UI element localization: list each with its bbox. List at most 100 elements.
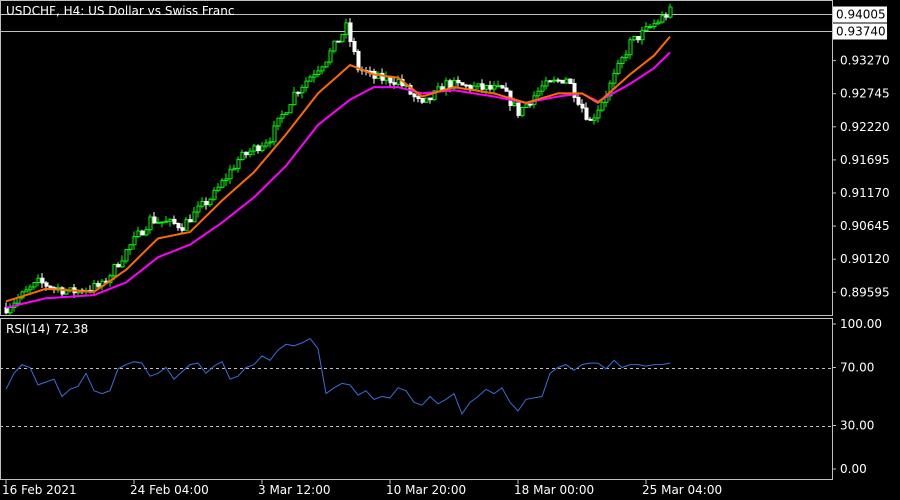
candle-body [204, 200, 209, 206]
candle-body [392, 82, 397, 85]
candle-body [24, 289, 29, 293]
price-level-label: 0.93740 [836, 25, 886, 39]
candle-body [328, 50, 333, 63]
candle-body [304, 80, 309, 88]
candle-body [636, 36, 641, 41]
candle-body [276, 117, 281, 127]
candle-body [128, 244, 133, 251]
candle-body [336, 40, 341, 43]
candle-body [240, 151, 245, 161]
candle-body [624, 54, 629, 59]
candle-body [660, 15, 665, 23]
candle-body [416, 96, 421, 100]
candle-body [564, 78, 569, 84]
candle-body [188, 219, 193, 223]
candle-body [588, 118, 593, 121]
candle-body [480, 83, 485, 90]
time-tick-label: 18 Mar 00:00 [514, 483, 594, 497]
candle-body [648, 26, 653, 29]
price-tick-label: 0.93270 [840, 54, 890, 68]
time-tick-label: 24 Feb 04:00 [130, 483, 209, 497]
candle-body [544, 80, 549, 87]
candle-body [568, 78, 573, 85]
candle-body [268, 141, 273, 144]
candle-body [96, 283, 101, 287]
candle-body [288, 104, 293, 114]
candle-body [192, 211, 197, 223]
candle-body [320, 66, 325, 72]
candle-body [272, 125, 277, 143]
candle-body [92, 283, 97, 292]
time-tick-label: 3 Mar 12:00 [258, 483, 331, 497]
candle-body [244, 151, 249, 156]
candle-body [664, 15, 669, 18]
candle-body [144, 229, 149, 236]
candle-body [256, 145, 261, 152]
candle-body [208, 198, 213, 206]
candle-body [344, 22, 349, 35]
candle-body [28, 286, 33, 291]
candle-body [40, 277, 45, 284]
candle-body [8, 306, 13, 314]
candle-body [44, 282, 49, 287]
candle-body [232, 167, 237, 171]
candle-body [580, 103, 585, 109]
candle-body [596, 109, 601, 119]
candle-body [116, 263, 121, 268]
candle-body [384, 76, 389, 81]
candle-body [456, 79, 461, 84]
candle-body [216, 186, 221, 191]
candle-body [352, 41, 357, 52]
candle-body [180, 227, 185, 231]
rsi-tick-label: 30.00 [840, 419, 874, 433]
candle-body [308, 76, 313, 82]
price-level-label: 0.94005 [836, 8, 886, 22]
candle-body [136, 230, 141, 238]
candle-body [248, 150, 253, 156]
candle-body [428, 97, 433, 101]
candle-body [120, 260, 125, 268]
time-tick-label: 10 Mar 20:00 [386, 483, 466, 497]
candle-body [540, 85, 545, 92]
candle-body [488, 85, 493, 90]
candle-body [576, 96, 581, 105]
rsi-tick-label: 100.00 [840, 317, 882, 331]
chart-background [0, 0, 900, 500]
trading-chart[interactable]: 0.93270 0.92745 0.92220 0.91695 0.91170 0.906… [0, 0, 900, 500]
price-tick-label: 0.91695 [840, 153, 890, 167]
rsi-tick-label: 0.00 [840, 462, 867, 476]
candle-body [156, 221, 161, 224]
candle-body [220, 179, 225, 188]
candle-body [464, 84, 469, 87]
candle-body [592, 117, 597, 121]
candle-body [560, 79, 565, 84]
candle-body [312, 73, 317, 78]
candle-body [524, 103, 529, 109]
time-tick-label: 16 Feb 2021 [2, 483, 77, 497]
candle-body [620, 57, 625, 64]
candle-body [644, 26, 649, 31]
candle-body [652, 23, 657, 28]
candle-body [424, 97, 429, 103]
candle-body [628, 39, 633, 56]
candle-body [548, 80, 553, 83]
candle-body [48, 285, 53, 289]
candle-body [552, 79, 557, 82]
candle-body [32, 282, 37, 288]
candle-body [152, 216, 157, 224]
candle-body [212, 189, 217, 200]
candle-body [640, 29, 645, 41]
time-tick-label: 25 Mar 04:00 [642, 483, 722, 497]
candle-body [284, 112, 289, 115]
candle-body [612, 72, 617, 84]
candle-body [616, 62, 621, 74]
price-tick-label: 0.92220 [840, 120, 890, 134]
candle-body [300, 86, 305, 94]
candle-body [324, 61, 329, 68]
candle-body [132, 236, 137, 246]
candle-body [112, 263, 117, 277]
candle-body [484, 85, 489, 90]
candle-body [668, 6, 673, 18]
rsi-tick-label: 70.00 [840, 361, 874, 375]
candle-body [340, 33, 345, 43]
